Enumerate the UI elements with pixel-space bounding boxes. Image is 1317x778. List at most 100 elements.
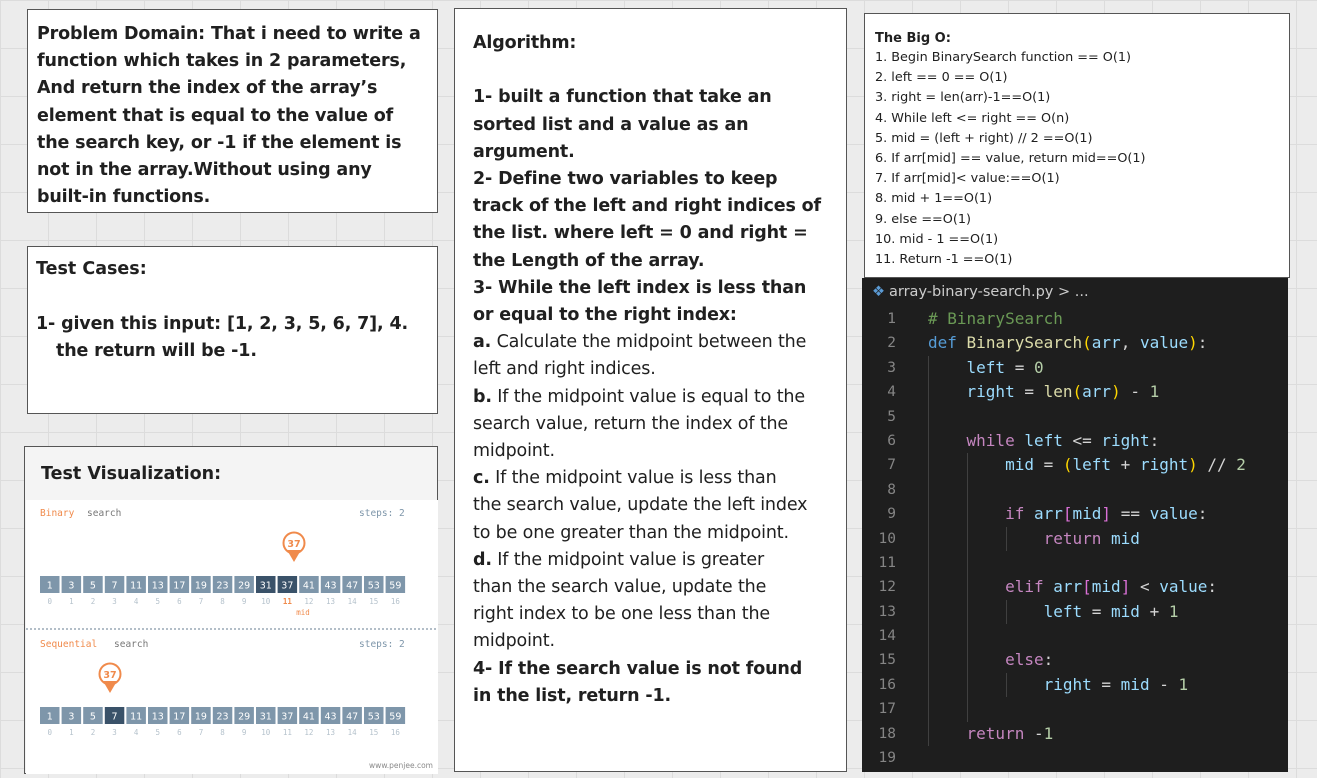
algorithm-bold-text: argument.: [473, 141, 575, 162]
array-index: 16: [391, 728, 401, 737]
array-cell-value: 7: [112, 581, 118, 592]
code-line[interactable]: 8: [862, 478, 1288, 502]
problem-line: not in the array.Without using any: [37, 160, 372, 181]
algorithm-line: 4- If the search value is not found: [473, 656, 828, 683]
code-line[interactable]: 6 while left <= right:: [862, 429, 1288, 453]
big-o-line: 6. If arr[mid] == value, return mid==O(1…: [875, 151, 1146, 167]
array-index: 0: [47, 597, 52, 606]
code-text[interactable]: def BinarySearch(arr, value):: [928, 331, 1207, 355]
code-line[interactable]: 1 # BinarySearch: [862, 307, 1288, 331]
array-cell-value: 41: [303, 712, 315, 723]
array-index: 5: [155, 728, 160, 737]
indent-guide: [967, 453, 968, 722]
code-line[interactable]: 4 right = len(arr) - 1: [862, 380, 1288, 404]
array-index: 4: [134, 597, 139, 606]
code-text[interactable]: left = mid + 1: [928, 600, 1179, 624]
code-text[interactable]: mid = (left + right) // 2: [928, 453, 1246, 477]
code-line[interactable]: 11: [862, 551, 1288, 575]
algorithm-text: the search value, update the left index: [473, 495, 808, 516]
line-number: 3: [887, 359, 896, 376]
algorithm-text: search value, return the index of the: [473, 413, 789, 434]
code-text[interactable]: else:: [928, 648, 1053, 672]
code-line[interactable]: 19: [862, 746, 1288, 770]
big-o-line: 9. else ==O(1): [875, 211, 971, 227]
code-text[interactable]: # BinarySearch: [928, 307, 1063, 331]
line-number: 12: [878, 579, 896, 596]
code-line[interactable]: 18 return -1: [862, 722, 1288, 746]
code-line[interactable]: 2 def BinarySearch(arr, value):: [862, 331, 1288, 355]
code-line[interactable]: 14: [862, 624, 1288, 648]
code-text[interactable]: left = 0: [928, 356, 1044, 380]
code-line[interactable]: 9 if arr[mid] == value:: [862, 502, 1288, 526]
code-line[interactable]: 3 left = 0: [862, 356, 1288, 380]
code-line[interactable]: 5: [862, 405, 1288, 429]
big-o-line: 1. Begin BinarySearch function == O(1): [875, 50, 1131, 65]
algorithm-line: the search value, update the left index: [473, 492, 828, 519]
algorithm-line: Algorithm:: [473, 30, 828, 57]
algorithm-line: the list. where left = 0 and right =: [473, 220, 828, 247]
line-number: 18: [878, 725, 896, 742]
array-cell-value: 5: [90, 712, 96, 723]
algorithm-bold-text: sorted list and a value as an: [473, 114, 749, 135]
problem-line: element that is equal to the value of: [37, 105, 394, 126]
code-line[interactable]: 15 else:: [862, 648, 1288, 672]
breadcrumb-file[interactable]: array-binary-search.py: [889, 284, 1053, 300]
algorithm-text: If the midpoint value is equal to the: [491, 386, 805, 407]
code-line[interactable]: 10 return mid: [862, 527, 1288, 551]
array-index: 9: [242, 597, 247, 606]
code-line[interactable]: 12 elif arr[mid] < value:: [862, 575, 1288, 599]
problem-domain-text: Problem Domain: That i need to write a f…: [37, 21, 428, 211]
array-index: 11: [283, 728, 292, 737]
array-index: 8: [220, 597, 225, 606]
array-cell-value: 47: [346, 581, 358, 592]
array-cell-value: 13: [152, 712, 164, 723]
test-visualization-card: Test Visualization: Binary search steps:…: [24, 446, 438, 774]
code-text[interactable]: right = len(arr) - 1: [928, 380, 1160, 404]
array-cell-value: 59: [389, 712, 401, 723]
array-cell-value: 31: [260, 581, 272, 592]
search-animation: Binary search steps: 2 37 1 0 3 1 5 2 7 3 11 4 13 5…: [26, 500, 438, 774]
algorithm-line: in the list, return -1.: [473, 683, 828, 710]
problem-line: the search key, or -1 if the element is: [37, 132, 402, 153]
test-cases-title: Test Cases:: [36, 259, 147, 279]
array-cell-value: 23: [217, 581, 229, 592]
algorithm-bold-text: the Length of the array.: [473, 250, 705, 271]
array-cell-value: 19: [195, 712, 207, 723]
line-number: 19: [878, 750, 896, 767]
big-o-line: 4. While left <= right == O(n): [875, 110, 1070, 126]
problem-line: built-in functions.: [37, 187, 211, 208]
sequential-label: Sequential: [40, 639, 97, 650]
array-index: 2: [91, 728, 96, 737]
indent-guide: [1006, 599, 1007, 625]
line-number: 1: [887, 311, 896, 327]
array-cell-value: 11: [130, 712, 142, 723]
code-line[interactable]: 13 left = mid + 1: [862, 600, 1288, 624]
code-text[interactable]: return -1: [928, 722, 1054, 746]
array-cell-value: 17: [173, 712, 185, 723]
array-cell-value: 3: [68, 712, 74, 723]
code-text[interactable]: elif arr[mid] < value:: [928, 575, 1217, 599]
algorithm-text: If the midpoint value is less than: [489, 468, 777, 489]
code-line[interactable]: 7 mid = (left + right) // 2: [862, 453, 1288, 477]
array-cell-value: 19: [195, 581, 207, 592]
algorithm-bold-text: or equal to the right index:: [473, 305, 737, 326]
line-number: 15: [878, 652, 896, 669]
code-text[interactable]: return mid: [928, 527, 1140, 551]
array-index: 5: [155, 597, 160, 606]
array-index: 14: [348, 728, 358, 737]
array-index: 14: [348, 597, 358, 606]
algorithm-bold-text: a.: [473, 332, 492, 353]
algorithm-line: right index to be one less than the: [473, 601, 828, 628]
big-o-list: 1. Begin BinarySearch function == O(1) 2.…: [875, 48, 1279, 270]
breadcrumb[interactable]: ❖ array-binary-search.py > ...: [872, 284, 1089, 300]
array-cell-value: 41: [303, 581, 315, 592]
code-lines[interactable]: 1 # BinarySearch 2 def BinarySearch(arr, va…: [862, 307, 1288, 770]
code-editor[interactable]: ❖ array-binary-search.py > ... 1 # BinaryS…: [862, 278, 1288, 772]
code-text[interactable]: while left <= right:: [928, 429, 1160, 453]
code-line[interactable]: 17: [862, 697, 1288, 721]
code-text[interactable]: if arr[mid] == value:: [928, 502, 1207, 526]
binary-steps: steps: 2: [359, 508, 405, 519]
algorithm-line: argument.: [473, 139, 828, 166]
code-line[interactable]: 16 right = mid - 1: [862, 673, 1288, 697]
algorithm-line: 1- built a function that take an: [473, 84, 828, 111]
